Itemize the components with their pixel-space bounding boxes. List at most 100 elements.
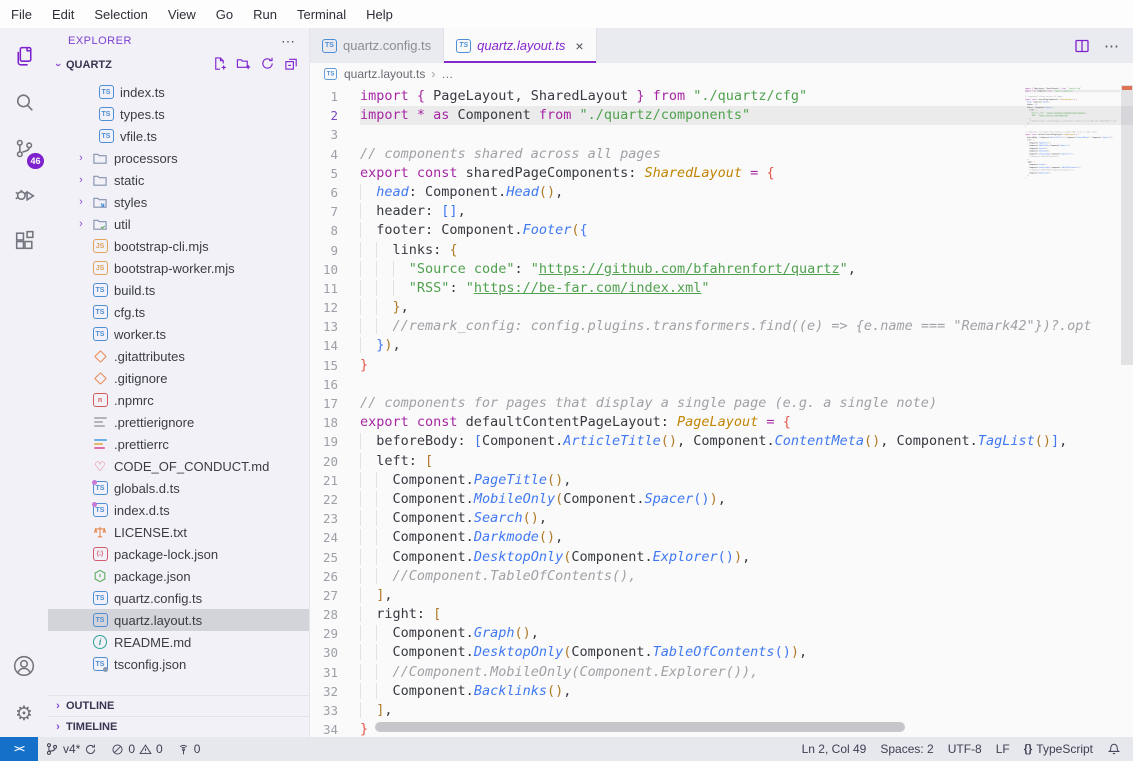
indentation[interactable]: Spaces: 2: [873, 737, 940, 761]
line-number: 13: [310, 317, 338, 336]
menu-view[interactable]: View: [158, 4, 206, 25]
eol-sequence[interactable]: LF: [989, 737, 1017, 761]
file-row-cfg-ts[interactable]: TScfg.ts: [48, 301, 309, 323]
file-row--prettierignore[interactable]: .prettierignore: [48, 411, 309, 433]
menu-run[interactable]: Run: [243, 4, 287, 25]
sidebar-bottom-sections: › OUTLINE › TIMELINE: [48, 695, 309, 737]
refresh-icon[interactable]: [260, 56, 275, 74]
problems-status[interactable]: 0 0: [104, 737, 169, 761]
branch-status[interactable]: v4*: [38, 737, 104, 761]
menu-selection[interactable]: Selection: [84, 4, 157, 25]
folder-icon: [92, 150, 108, 166]
file-row-globals-d-ts[interactable]: TSglobals.d.ts: [48, 477, 309, 499]
collapse-all-icon[interactable]: [284, 56, 299, 74]
file-row-quartz-config-ts[interactable]: TSquartz.config.ts: [48, 587, 309, 609]
menu-help[interactable]: Help: [356, 4, 403, 25]
line-number: 23: [310, 509, 338, 528]
file-row-bootstrap-worker-mjs[interactable]: JSbootstrap-worker.mjs: [48, 257, 309, 279]
folder-icon: [92, 172, 108, 188]
tab-quartz-layout[interactable]: TS quartz.layout.ts ×: [444, 28, 596, 63]
activity-settings[interactable]: ⚙: [0, 691, 48, 737]
file-row-tsconfig-json[interactable]: TStsconfig.json: [48, 653, 309, 675]
encoding[interactable]: UTF-8: [941, 737, 989, 761]
language-mode[interactable]: {} TypeScript: [1017, 737, 1100, 761]
activity-source-control[interactable]: 46: [0, 128, 48, 174]
editor-group: TS quartz.config.ts TS quartz.layout.ts …: [310, 28, 1133, 737]
git-branch-icon: [45, 742, 59, 756]
breadcrumb-file: quartz.layout.ts: [344, 67, 425, 81]
file-row-worker-ts[interactable]: TSworker.ts: [48, 323, 309, 345]
menu-file[interactable]: File: [1, 4, 42, 25]
menu-go[interactable]: Go: [206, 4, 243, 25]
code-line: [360, 375, 1133, 394]
vertical-scrollbar[interactable]: [1121, 85, 1133, 365]
file-row-quartz-layout-ts[interactable]: TSquartz.layout.ts: [48, 609, 309, 631]
file-row-static[interactable]: ›static: [48, 169, 309, 191]
code-line: }),: [360, 336, 1133, 355]
line-number: 5: [310, 164, 338, 183]
file-row--gitattributes[interactable]: .gitattributes: [48, 345, 309, 367]
tab-quartz-config[interactable]: TS quartz.config.ts: [310, 28, 444, 63]
file-label: static: [114, 173, 144, 188]
explorer-header: EXPLORER ⋯: [48, 28, 309, 54]
cursor-position[interactable]: Ln 2, Col 49: [795, 737, 874, 761]
ts-icon: TS: [92, 590, 108, 606]
line-number: 16: [310, 375, 338, 394]
code-area: import { PageLayout, SharedLayout } from…: [360, 85, 1133, 737]
file-row-package-lock-json[interactable]: {;}package-lock.json: [48, 543, 309, 565]
notifications[interactable]: [1100, 737, 1133, 761]
file-label: README.md: [114, 635, 191, 650]
file-row-build-ts[interactable]: TSbuild.ts: [48, 279, 309, 301]
file-row-index-d-ts[interactable]: TSindex.d.ts: [48, 499, 309, 521]
file-row-bootstrap-cli-mjs[interactable]: JSbootstrap-cli.mjs: [48, 235, 309, 257]
code-editor[interactable]: 1234567891011121314151617181920212223242…: [310, 85, 1133, 737]
horizontal-scrollbar[interactable]: [375, 722, 905, 732]
file-row-types-ts[interactable]: TStypes.ts: [48, 103, 309, 125]
status-right: Ln 2, Col 49 Spaces: 2 UTF-8 LF {} TypeS…: [795, 737, 1133, 761]
file-row-styles[interactable]: ›styles: [48, 191, 309, 213]
ports-status[interactable]: 0: [170, 737, 208, 761]
file-row-readme-md[interactable]: iREADME.md: [48, 631, 309, 653]
activity-explorer[interactable]: [0, 36, 48, 82]
file-row-util[interactable]: ›util: [48, 213, 309, 235]
file-row-code-of-conduct-md[interactable]: ♡CODE_OF_CONDUCT.md: [48, 455, 309, 477]
remote-indicator[interactable]: ><: [0, 737, 38, 761]
breadcrumb[interactable]: TS quartz.layout.ts › …: [310, 63, 1133, 85]
new-file-icon[interactable]: [212, 56, 227, 74]
line-number: 18: [310, 413, 338, 432]
file-row--prettierrc[interactable]: .prettierrc: [48, 433, 309, 455]
file-label: processors: [114, 151, 178, 166]
close-icon[interactable]: ×: [575, 39, 583, 53]
activity-search[interactable]: [0, 82, 48, 128]
file-row-processors[interactable]: ›processors: [48, 147, 309, 169]
file-row-package-json[interactable]: package.json: [48, 565, 309, 587]
section-outline[interactable]: › OUTLINE: [48, 695, 309, 716]
section-timeline[interactable]: › TIMELINE: [48, 716, 309, 737]
license-icon: [92, 524, 108, 540]
section-quartz[interactable]: › QUARTZ: [48, 54, 309, 76]
line-number: 21: [310, 471, 338, 490]
file-row--gitignore[interactable]: .gitignore: [48, 367, 309, 389]
main-area: 46 ⚙ EXPLORER ⋯ › QUARTZ: [0, 28, 1133, 737]
timeline-label: TIMELINE: [66, 721, 117, 733]
explorer-more-actions-icon[interactable]: ⋯: [281, 34, 295, 48]
new-folder-icon[interactable]: [236, 56, 251, 74]
ts-icon: TS: [92, 282, 108, 298]
more-actions-icon[interactable]: ⋯: [1104, 37, 1119, 55]
tab-label: quartz.layout.ts: [477, 38, 565, 53]
activity-run-debug[interactable]: [0, 174, 48, 220]
code-line: //remark_config: config.plugins.transfor…: [360, 317, 1133, 336]
activity-account[interactable]: [0, 645, 48, 691]
line-number: 28: [310, 605, 338, 624]
split-editor-icon[interactable]: [1074, 38, 1090, 54]
line-number: 3: [310, 125, 338, 144]
activity-extensions[interactable]: [0, 220, 48, 266]
menu-terminal[interactable]: Terminal: [287, 4, 356, 25]
remote-icon: ><: [14, 744, 24, 755]
file-row-license-txt[interactable]: LICENSE.txt: [48, 521, 309, 543]
file-row-vfile-ts[interactable]: TSvfile.ts: [48, 125, 309, 147]
file-row--npmrc[interactable]: n.npmrc: [48, 389, 309, 411]
menu-edit[interactable]: Edit: [42, 4, 84, 25]
file-label: .npmrc: [114, 393, 154, 408]
file-row-index-ts[interactable]: TSindex.ts: [48, 81, 309, 103]
